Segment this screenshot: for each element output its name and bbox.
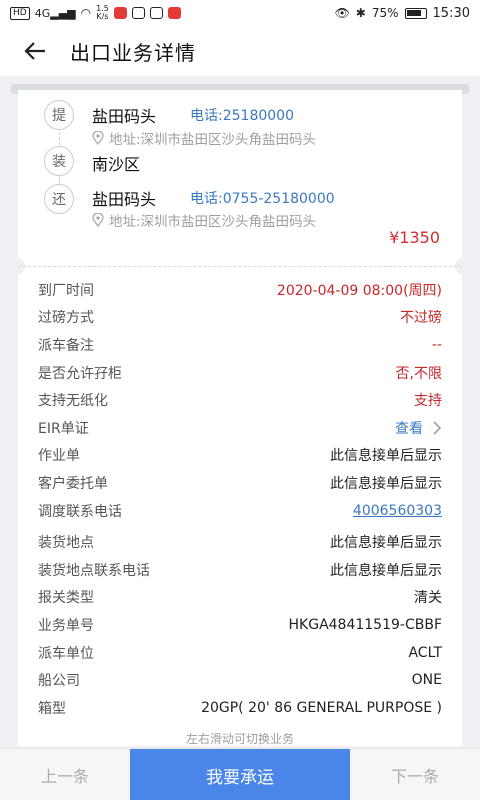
detail-row-customs-type: 报关类型 清关 — [18, 584, 462, 612]
price: ¥1350 — [389, 228, 440, 247]
detail-row-business-number: 业务单号 HKGA48411519-CBBF — [18, 611, 462, 639]
wechat-icon — [131, 7, 145, 19]
detail-value: 此信息接单后显示 — [330, 448, 442, 465]
qq-icon — [149, 7, 163, 19]
eir-view-link[interactable]: 查看 — [395, 418, 442, 438]
detail-row-customer-order: 客户委托单 此信息接单后显示 — [18, 469, 462, 497]
speed-unit: K/s — [96, 12, 109, 21]
cell-signal-icon: 4G▂▄▆ — [34, 6, 76, 20]
arrow-left-icon — [24, 42, 45, 60]
location-pin-icon — [92, 131, 104, 145]
detail-row-loading-phone: 装货地点联系电话 此信息接单后显示 — [18, 556, 462, 584]
return-address: 地址:深圳市盐田区沙头角盐田码头 — [92, 210, 316, 230]
detail-value: 支持 — [414, 393, 442, 410]
detail-value: 2020-04-09 08:00(周四) — [276, 282, 442, 299]
detail-row-container-type: 箱型 20GP( 20' 86 GENERAL PURPOSE ) — [18, 694, 462, 722]
detail-row-dispatch-note: 派车备注 -- — [18, 331, 462, 359]
detail-label: 客户委托单 — [38, 475, 108, 492]
page-title: 出口业务详情 — [70, 40, 196, 65]
battery-percent: 75% — [371, 6, 399, 20]
next-button[interactable]: 下一条 — [350, 749, 480, 800]
detail-value: ONE — [411, 672, 442, 689]
return-address-text: 地址:深圳市盐田区沙头角盐田码头 — [109, 214, 317, 230]
detail-label: 过磅方式 — [38, 310, 94, 327]
network-speed: 1.5 K/s — [96, 5, 109, 21]
pickup-address-text: 地址:深圳市盐田区沙头角盐田码头 — [109, 132, 317, 148]
detail-value: -- — [431, 336, 442, 353]
detail-value: 清关 — [414, 590, 442, 607]
pickup-badge: 提 — [44, 100, 74, 130]
detail-label: 到厂时间 — [38, 282, 94, 299]
detail-label: 业务单号 — [38, 617, 94, 634]
detail-value: 20GP( 20' 86 GENERAL PURPOSE ) — [201, 699, 442, 716]
detail-label: 调度联系电话 — [38, 503, 122, 520]
page-header: 出口业务详情 — [0, 26, 480, 76]
previous-button[interactable]: 上一条 — [0, 749, 130, 800]
detail-label: 报关类型 — [38, 590, 94, 607]
loading-name: 南沙区 — [92, 155, 141, 174]
hd-indicator: HD — [10, 6, 30, 20]
business-detail-card[interactable]: 提 盐田码头 电话:25180000 地址:深圳市盐田区沙头角盐田码头 装 南沙… — [11, 90, 469, 746]
detail-label: 支持无纸化 — [38, 393, 108, 410]
pickup-name: 盐田码头 — [92, 107, 157, 126]
detail-list: 到厂时间 2020-04-09 08:00(周四) 过磅方式 不过磅 派车备注 … — [18, 276, 462, 722]
detail-row-paperless: 支持无纸化 支持 — [18, 386, 462, 414]
detail-value: 此信息接单后显示 — [330, 562, 442, 579]
detail-row-shipping-company: 船公司 ONE — [18, 666, 462, 694]
detail-label: 派车备注 — [38, 337, 94, 354]
pickup-address: 地址:深圳市盐田区沙头角盐田码头 — [92, 128, 316, 148]
message-icon — [167, 7, 181, 19]
detail-value: 此信息接单后显示 — [330, 475, 442, 492]
detail-label: 箱型 — [38, 700, 66, 717]
location-pin-icon — [92, 213, 104, 227]
detail-value: 查看 — [395, 420, 423, 437]
bluetooth-icon: ✱ — [355, 6, 366, 20]
wifi-icon: ◠ — [80, 6, 92, 20]
detail-value: 否,不限 — [395, 365, 442, 382]
battery-icon — [404, 7, 427, 19]
back-button[interactable] — [0, 26, 70, 76]
status-bar: HD 4G▂▄▆ ◠ 1.5 K/s 👁 ✱ 75% 15:30 — [0, 0, 480, 26]
detail-row-eir[interactable]: EIR单证 查看 — [18, 414, 462, 442]
detail-row-dispatch-unit: 派车单位 ACLT — [18, 639, 462, 667]
detail-value: 此信息接单后显示 — [330, 535, 442, 552]
pickup-phone[interactable]: 电话:25180000 — [190, 105, 294, 125]
detail-value: HKGA48411519-CBBF — [288, 616, 442, 633]
detail-row-loading-place: 装货地点 此信息接单后显示 — [18, 528, 462, 556]
route-section: 提 盐田码头 电话:25180000 地址:深圳市盐田区沙头角盐田码头 装 南沙… — [18, 90, 462, 266]
network-type: 4G — [34, 6, 51, 20]
detail-label: 船公司 — [38, 673, 80, 690]
detail-row-dispatch-phone: 调度联系电话 4006560303 — [18, 497, 462, 525]
swipe-hint: 左右滑动可切换业务 — [185, 732, 294, 746]
eye-icon: 👁 — [334, 6, 350, 20]
detail-label: 是否允许孖柜 — [38, 365, 122, 382]
detail-row-weighing: 过磅方式 不过磅 — [18, 304, 462, 332]
app-notification-icon — [113, 7, 127, 19]
detail-row-arrival-time: 到厂时间 2020-04-09 08:00(周四) — [18, 276, 462, 304]
detail-label: 装货地点 — [38, 535, 94, 552]
detail-label: 作业单 — [38, 448, 80, 465]
detail-row-twin-container: 是否允许孖柜 否,不限 — [18, 359, 462, 387]
dispatch-phone-link[interactable]: 4006560303 — [353, 503, 442, 519]
return-name: 盐田码头 — [92, 190, 157, 209]
return-badge: 还 — [44, 184, 74, 214]
detail-label: 派车单位 — [38, 645, 94, 662]
detail-label: EIR单证 — [38, 420, 89, 437]
bottom-action-bar: 上一条 我要承运 下一条 — [0, 748, 480, 800]
detail-row-work-order: 作业单 此信息接单后显示 — [18, 442, 462, 470]
loading-badge: 装 — [44, 146, 74, 176]
accept-order-button[interactable]: 我要承运 — [130, 749, 350, 800]
clock: 15:30 — [432, 5, 470, 21]
return-phone[interactable]: 电话:0755-25180000 — [190, 188, 335, 208]
chevron-right-icon — [433, 421, 442, 435]
detail-value: 不过磅 — [400, 310, 442, 327]
ticket-divider — [18, 266, 462, 267]
detail-label: 装货地点联系电话 — [38, 562, 150, 579]
detail-value: ACLT — [408, 644, 442, 661]
